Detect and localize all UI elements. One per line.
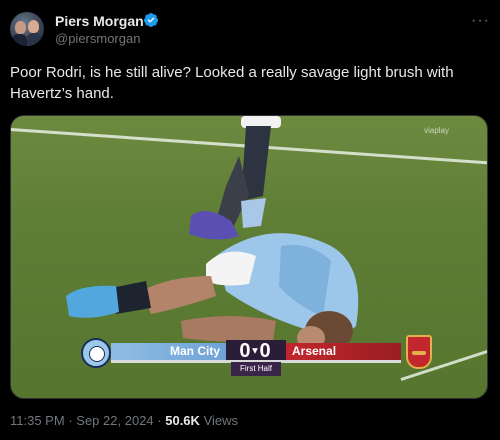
home-score: 0 — [239, 340, 253, 362]
author-name[interactable]: Piers Morgan — [55, 13, 144, 29]
away-team-name: Arsenal — [286, 343, 401, 360]
author-handle[interactable]: @piersmorgan — [55, 31, 140, 46]
score-separator: ▾ — [252, 345, 260, 357]
tweet-date[interactable]: Sep 22, 2024 — [76, 413, 153, 428]
meta-separator: · — [157, 413, 162, 428]
man-city-crest-icon — [81, 338, 111, 368]
match-period: First Half — [231, 362, 281, 376]
away-score: 0 — [259, 340, 273, 362]
views-label: Views — [203, 413, 239, 428]
arsenal-crest-icon — [406, 335, 432, 369]
scoreboard: Man City 0▾0 Arsenal First Half — [81, 335, 432, 380]
score: 0▾0 — [226, 340, 286, 362]
tweet-media[interactable]: viaplay Man City 0▾0 Arsenal First Half — [10, 115, 488, 399]
tweet-metadata: 11:35 PM · Sep 22, 2024 · 50.6K Views — [10, 413, 238, 428]
views-count: 50.6K — [165, 413, 200, 428]
meta-separator: · — [68, 413, 73, 428]
more-options-icon[interactable]: ··· — [471, 12, 490, 30]
tweet-text: Poor Rodri, is he still alive? Looked a … — [10, 64, 454, 102]
home-team-name: Man City — [111, 343, 226, 360]
avatar[interactable] — [10, 12, 44, 46]
verified-badge-icon — [143, 13, 158, 27]
tweet-header: Piers Morgan @piersmorgan ··· — [10, 10, 490, 50]
tweet-time[interactable]: 11:35 PM — [10, 413, 65, 428]
